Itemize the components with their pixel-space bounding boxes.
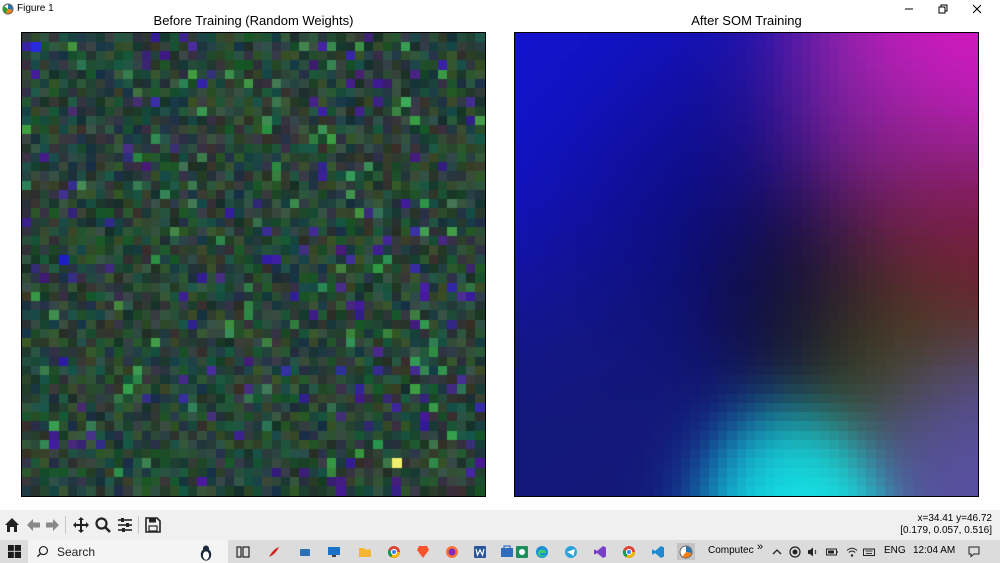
home-icon[interactable] <box>1 515 23 535</box>
search-icon <box>36 545 49 558</box>
volume-icon[interactable] <box>806 545 820 558</box>
language-indicator[interactable]: ENG <box>884 545 906 556</box>
left-subplot-title: Before Training (Random Weights) <box>153 13 354 28</box>
running-app-label[interactable]: Computec <box>708 545 754 556</box>
python-figure-icon[interactable] <box>677 543 695 560</box>
telegram-icon[interactable] <box>562 543 580 560</box>
task-view-icon[interactable] <box>234 543 252 560</box>
windows-logo-icon <box>7 545 21 558</box>
save-icon[interactable] <box>142 515 164 535</box>
cursor-xy: x=34.41 y=46.72 <box>917 513 992 524</box>
toolbar-separator <box>138 516 139 534</box>
toolbar-separator <box>65 516 66 534</box>
chrome-icon-2[interactable] <box>620 543 638 560</box>
configure-icon[interactable] <box>114 515 136 535</box>
som-trained-image[interactable] <box>514 32 979 497</box>
pdf-reader-icon[interactable] <box>265 543 283 560</box>
forward-icon[interactable] <box>42 515 64 535</box>
cloud-app-icon[interactable] <box>296 543 314 560</box>
clock[interactable]: 12:04 AM <box>913 545 955 556</box>
chrome-icon[interactable] <box>385 543 403 560</box>
navigation-toolbar: x=34.41 y=46.72 [0.179, 0.057, 0.516] <box>0 510 1000 540</box>
random-weights-image[interactable] <box>21 32 486 497</box>
keyboard-icon[interactable] <box>862 545 876 558</box>
battery-icon[interactable] <box>825 545 839 558</box>
random-weights-grid <box>22 33 485 496</box>
edge-icon[interactable] <box>533 543 551 560</box>
wifi-icon[interactable] <box>845 545 859 558</box>
spreadsheet-icon[interactable] <box>513 543 531 560</box>
pan-icon[interactable] <box>70 515 92 535</box>
zoom-icon[interactable] <box>92 515 114 535</box>
record-icon[interactable] <box>788 545 802 558</box>
firefox-icon[interactable] <box>443 543 461 560</box>
notifications-icon[interactable] <box>967 545 981 558</box>
penguin-icon <box>200 545 212 561</box>
figure-canvas[interactable]: Before Training (Random Weights) After S… <box>0 13 1000 510</box>
taskbar-search-box[interactable]: Search <box>28 540 228 563</box>
cursor-value: [0.179, 0.057, 0.516] <box>900 525 992 536</box>
matplotlib-icon <box>2 2 14 15</box>
cursor-coordinates: x=34.41 y=46.72 [0.179, 0.057, 0.516] <box>900 513 992 537</box>
file-explorer-icon[interactable] <box>356 543 374 560</box>
back-icon[interactable] <box>22 515 44 535</box>
start-button[interactable] <box>0 540 28 563</box>
tray-expand-icon[interactable] <box>770 545 784 558</box>
overflow-chevron-icon[interactable]: » <box>757 541 763 553</box>
vscode-icon[interactable] <box>649 543 667 560</box>
search-label: Search <box>57 544 96 559</box>
display-app-icon[interactable] <box>325 543 343 560</box>
windows-taskbar: Search Computec » ENG 12:04 AM <box>0 540 1000 563</box>
brave-icon[interactable] <box>414 543 432 560</box>
som-color-map <box>515 33 978 496</box>
right-subplot-title: After SOM Training <box>691 13 802 28</box>
word-icon[interactable] <box>471 543 489 560</box>
visual-studio-icon[interactable] <box>591 543 609 560</box>
